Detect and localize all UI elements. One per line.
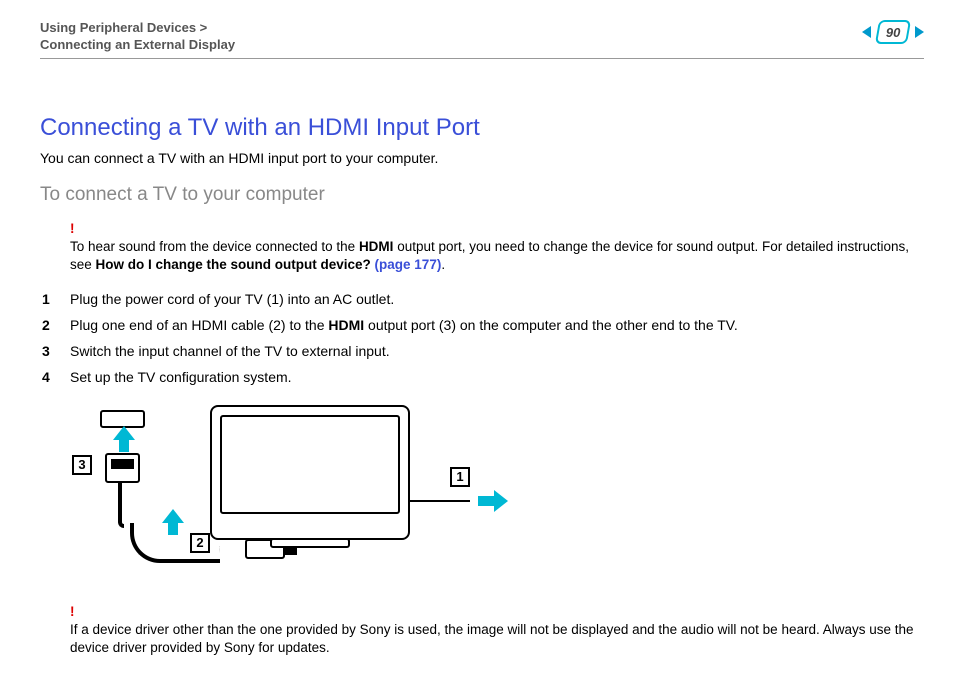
steps-list: 1 Plug the power cord of your TV (1) int… bbox=[40, 291, 924, 385]
step-3: 3 Switch the input channel of the TV to … bbox=[40, 343, 924, 359]
arrow-up-icon bbox=[165, 513, 181, 535]
section-subheading: To connect a TV to your computer bbox=[40, 184, 924, 206]
step-text: Switch the input channel of the TV to ex… bbox=[70, 343, 390, 359]
cable-icon bbox=[118, 483, 124, 528]
page-number: 90 bbox=[886, 25, 900, 40]
connection-diagram: 1 2 3 bbox=[70, 405, 520, 585]
step-number: 3 bbox=[40, 343, 70, 359]
page-title: Connecting a TV with an HDMI Input Port bbox=[40, 114, 924, 142]
prev-page-icon[interactable] bbox=[862, 26, 871, 38]
power-line-icon bbox=[410, 500, 470, 502]
warning-icon: ! bbox=[70, 221, 75, 236]
tv-icon bbox=[210, 405, 410, 540]
callout-3: 3 bbox=[72, 455, 92, 475]
page-navigator: 90 bbox=[862, 20, 924, 44]
note1-text-before: To hear sound from the device connected … bbox=[70, 239, 359, 254]
arrow-right-icon bbox=[478, 493, 506, 509]
step-2: 2 Plug one end of an HDMI cable (2) to t… bbox=[40, 317, 924, 333]
warning-icon: ! bbox=[70, 604, 75, 619]
header-rule bbox=[40, 58, 924, 59]
step-text: Plug the power cord of your TV (1) into … bbox=[70, 291, 394, 307]
breadcrumb: Using Peripheral Devices > Connecting an… bbox=[40, 20, 235, 52]
intro-text: You can connect a TV with an HDMI input … bbox=[40, 150, 924, 166]
step-number: 1 bbox=[40, 291, 70, 307]
hdmi-plug-icon bbox=[105, 453, 140, 483]
step-1: 1 Plug the power cord of your TV (1) int… bbox=[40, 291, 924, 307]
note-sound-output: ! To hear sound from the device connecte… bbox=[70, 220, 924, 275]
step-text: Set up the TV configuration system. bbox=[70, 369, 292, 385]
page-number-badge: 90 bbox=[875, 20, 911, 44]
breadcrumb-line1: Using Peripheral Devices > bbox=[40, 20, 235, 35]
note2-text: If a device driver other than the one pr… bbox=[70, 622, 914, 655]
page-header: Using Peripheral Devices > Connecting an… bbox=[40, 20, 924, 52]
note-driver-warning: ! If a device driver other than the one … bbox=[70, 603, 924, 658]
note1-bold2: How do I change the sound output device? bbox=[96, 257, 375, 272]
note1-link[interactable]: (page 177) bbox=[375, 257, 442, 272]
step-number: 4 bbox=[40, 369, 70, 385]
callout-2: 2 bbox=[190, 533, 210, 553]
callout-1: 1 bbox=[450, 467, 470, 487]
step-text: Plug one end of an HDMI cable (2) to the… bbox=[70, 317, 738, 333]
breadcrumb-line2: Connecting an External Display bbox=[40, 37, 235, 52]
step-4: 4 Set up the TV configuration system. bbox=[40, 369, 924, 385]
tv-stand-icon bbox=[270, 538, 350, 548]
step-number: 2 bbox=[40, 317, 70, 333]
note1-text-after: . bbox=[441, 257, 445, 272]
arrow-up-icon bbox=[116, 430, 132, 452]
note1-bold1: HDMI bbox=[359, 239, 394, 254]
next-page-icon[interactable] bbox=[915, 26, 924, 38]
